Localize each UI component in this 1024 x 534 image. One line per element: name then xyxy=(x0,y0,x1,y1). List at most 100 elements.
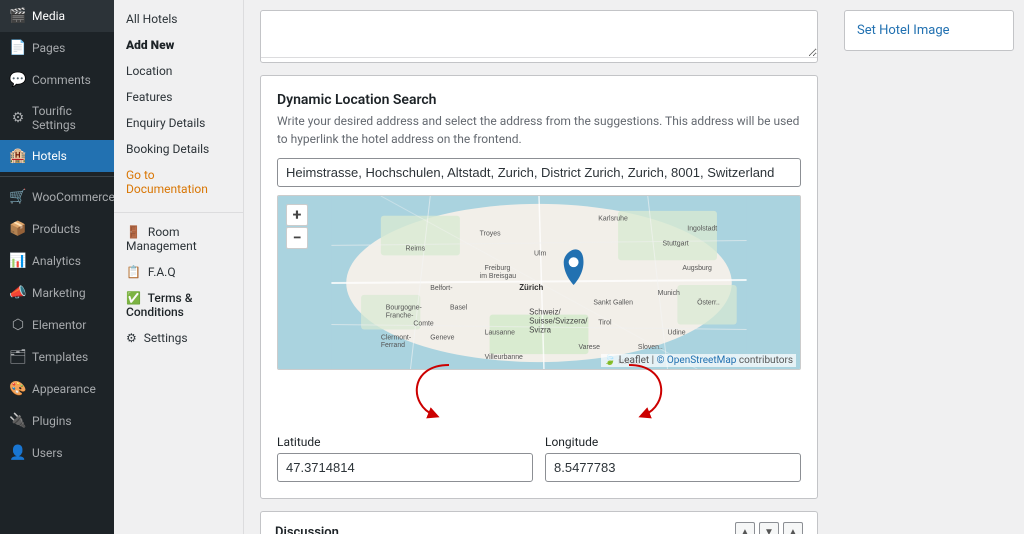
sidebar-item-appearance[interactable]: 🎨 Appearance xyxy=(0,373,114,405)
latitude-input[interactable] xyxy=(277,453,533,482)
room-management-icon: 🚪 xyxy=(126,225,141,239)
discussion-title: Discussion xyxy=(275,525,339,534)
sidebar-item-products[interactable]: 📦 Products xyxy=(0,213,114,245)
comments-icon: 💬 xyxy=(10,72,26,88)
pages-icon: 📄 xyxy=(10,40,26,56)
sidebar-item-templates[interactable]: 🗂 Templates xyxy=(0,341,114,373)
sidebar-item-pages[interactable]: 📄 Pages xyxy=(0,32,114,64)
faq-icon: 📋 xyxy=(126,265,141,279)
map-zoom-controls: + − xyxy=(286,204,308,249)
map-zoom-in-button[interactable]: + xyxy=(286,204,308,226)
svg-text:Basel: Basel xyxy=(450,305,468,312)
svg-text:Karlsruhe: Karlsruhe xyxy=(598,216,628,223)
sidebar-item-tourific-settings[interactable]: ⚙ Tourific Settings xyxy=(0,96,114,140)
svg-text:Geneve: Geneve xyxy=(430,334,454,341)
sidebar: 🎬 Media 📄 Pages 💬 Comments ⚙ Tourific Se… xyxy=(0,0,114,534)
longitude-label: Longitude xyxy=(545,435,801,449)
users-icon: 👤 xyxy=(10,445,26,461)
latitude-label: Latitude xyxy=(277,435,533,449)
hotels-icon: 🏨 xyxy=(10,148,26,164)
dynamic-location-desc: Write your desired address and select th… xyxy=(277,112,801,148)
settings-icon: ⚙ xyxy=(126,331,137,345)
dynamic-location-title: Dynamic Location Search xyxy=(277,92,801,108)
elementor-icon: ⬡ xyxy=(10,317,26,333)
sidebar-item-analytics[interactable]: 📊 Analytics xyxy=(0,245,114,277)
sub-nav-faq[interactable]: 📋 F.A.Q xyxy=(114,259,243,285)
dynamic-location-inner: Dynamic Location Search Write your desir… xyxy=(261,76,817,498)
plugins-icon: 🔌 xyxy=(10,413,26,429)
sidebar-item-woocommerce[interactable]: 🛒 WooCommerce xyxy=(0,181,114,213)
products-icon: 📦 xyxy=(10,221,26,237)
discussion-card: Discussion ▲ ▼ ▲ Allow comments Allow tr… xyxy=(260,511,818,534)
sub-nav-all-hotels[interactable]: All Hotels xyxy=(114,6,243,32)
discussion-header: Discussion ▲ ▼ ▲ xyxy=(260,511,818,534)
set-hotel-image-link[interactable]: Set Hotel Image xyxy=(857,23,1001,38)
sub-sidebar: All Hotels Add New Location Features Enq… xyxy=(114,0,244,534)
set-hotel-image-card: Set Hotel Image xyxy=(844,10,1014,51)
terms-icon: ✅ xyxy=(126,291,141,305)
templates-icon: 🗂 xyxy=(10,349,26,365)
discussion-collapse-up-button[interactable]: ▲ xyxy=(735,522,755,534)
sub-nav-features[interactable]: Features xyxy=(114,84,243,110)
marketing-icon: 📣 xyxy=(10,285,26,301)
sub-nav-room-management[interactable]: 🚪 Room Management xyxy=(114,219,243,259)
sidebar-item-comments[interactable]: 💬 Comments xyxy=(0,64,114,96)
openstreetmap-link[interactable]: © OpenStreetMap xyxy=(657,355,737,366)
discussion-controls: ▲ ▼ ▲ xyxy=(735,522,803,534)
longitude-input[interactable] xyxy=(545,453,801,482)
main-content: Dynamic Location Search Write your desir… xyxy=(244,0,834,534)
sub-nav-location[interactable]: Location xyxy=(114,58,243,84)
sub-nav-terms-conditions[interactable]: ✅ Terms & Conditions xyxy=(114,285,243,325)
svg-text:Munich: Munich xyxy=(658,290,680,297)
leaflet-text: 🍃 Leaflet xyxy=(604,355,649,366)
sidebar-item-marketing[interactable]: 📣 Marketing xyxy=(0,277,114,309)
svg-text:Belfort-: Belfort- xyxy=(430,285,452,292)
location-search-input[interactable] xyxy=(277,158,801,187)
sub-nav-add-new[interactable]: Add New xyxy=(114,32,243,58)
svg-text:Varese: Varese xyxy=(579,344,601,351)
discussion-collapse-down-button[interactable]: ▼ xyxy=(759,522,779,534)
tourific-icon: ⚙ xyxy=(10,110,26,126)
contributors-text: contributors xyxy=(739,355,793,366)
svg-text:Stuttgart: Stuttgart xyxy=(663,240,689,247)
content-textarea[interactable] xyxy=(261,11,817,58)
sidebar-item-plugins[interactable]: 🔌 Plugins xyxy=(0,405,114,437)
sub-nav-booking-details[interactable]: Booking Details xyxy=(114,136,243,162)
content-textarea-card xyxy=(260,10,818,63)
svg-text:Villeurbanne: Villeurbanne xyxy=(485,354,523,361)
longitude-group: Longitude xyxy=(545,435,801,482)
sidebar-item-elementor[interactable]: ⬡ Elementor xyxy=(0,309,114,341)
svg-text:Österr..: Österr.. xyxy=(697,299,720,307)
svg-text:Udine: Udine xyxy=(668,329,686,336)
sidebar-item-users[interactable]: 👤 Users xyxy=(0,437,114,469)
map-attribution: 🍃 Leaflet | © OpenStreetMap contributors xyxy=(601,354,796,367)
latitude-group: Latitude xyxy=(277,435,533,482)
sub-nav-doc-link[interactable]: Go to Documentation xyxy=(114,162,243,202)
svg-text:Ingolstadt: Ingolstadt xyxy=(687,226,717,233)
svg-text:Sloven..: Sloven.. xyxy=(638,344,663,351)
sidebar-item-hotels[interactable]: 🏨 Hotels xyxy=(0,140,114,172)
media-icon: 🎬 xyxy=(10,8,26,24)
woocommerce-icon: 🛒 xyxy=(10,189,26,205)
svg-text:Sankt Gallen: Sankt Gallen xyxy=(593,300,633,307)
right-panel: Set Hotel Image xyxy=(834,0,1024,534)
sub-nav-settings[interactable]: ⚙ Settings xyxy=(114,325,243,351)
svg-text:Lausanne: Lausanne xyxy=(485,329,515,336)
svg-text:Augsburg: Augsburg xyxy=(682,265,712,272)
map-container: Reims Karlsruhe Stuttgart Augsburg Ingol… xyxy=(277,195,801,370)
svg-text:Troyes: Troyes xyxy=(480,231,501,238)
dynamic-location-card: Dynamic Location Search Write your desir… xyxy=(260,75,818,499)
map-zoom-out-button[interactable]: − xyxy=(286,227,308,249)
sidebar-item-media[interactable]: 🎬 Media xyxy=(0,0,114,32)
sub-nav-enquiry-details[interactable]: Enquiry Details xyxy=(114,110,243,136)
svg-text:Ulm: Ulm xyxy=(534,250,547,257)
map-pin-center xyxy=(569,257,579,267)
discussion-close-button[interactable]: ▲ xyxy=(783,522,803,534)
appearance-icon: 🎨 xyxy=(10,381,26,397)
lat-lng-row: Latitude Longitude xyxy=(277,435,801,482)
svg-text:Zürich: Zürich xyxy=(519,283,543,292)
map-background: Reims Karlsruhe Stuttgart Augsburg Ingol… xyxy=(278,196,800,369)
svg-text:Tirol: Tirol xyxy=(598,320,612,327)
arrows-indicator xyxy=(277,380,801,435)
svg-text:Reims: Reims xyxy=(406,245,426,252)
